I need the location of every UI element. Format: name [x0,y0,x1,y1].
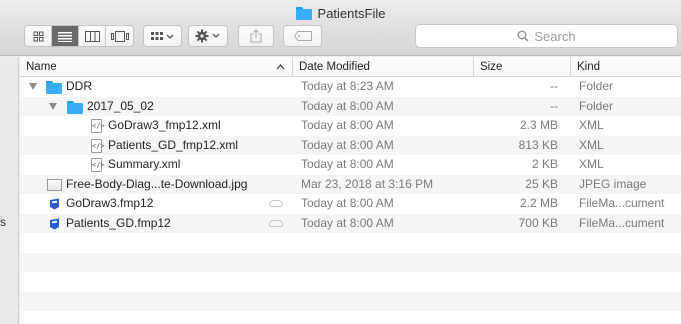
sort-ascending-icon [276,64,285,70]
column-view-icon [84,30,100,42]
icon-view-icon [33,31,43,41]
file-row[interactable]: </> Patients_GD_fmp12.xml Today at 8:00 … [20,135,681,155]
folder-icon [46,81,62,94]
file-kind: XML [579,118,604,132]
share-icon [250,29,262,43]
file-list: Name Date Modified Size Kind DDR Today a… [20,57,681,324]
column-view-button[interactable] [79,26,106,46]
file-size: 700 KB [518,215,558,230]
cover-flow-button[interactable] [106,26,133,46]
sidebar-item-partial[interactable]: s [0,215,6,229]
disclosure-expanded-icon[interactable] [49,102,57,110]
folder-icon [295,6,312,20]
file-size: -- [550,98,558,113]
file-kind: XML [579,137,604,152]
share-button[interactable] [238,25,274,47]
file-size: 813 KB [518,137,558,152]
column-header-kind[interactable]: Kind [570,57,681,77]
empty-row [20,252,681,272]
xml-file-icon: </> [91,158,105,172]
file-kind: FileMa...cument [579,196,665,210]
edit-tags-button[interactable] [283,25,322,47]
file-date: Today at 8:00 AM [301,137,394,152]
file-row[interactable]: DDR Today at 8:23 AM -- Folder [20,77,681,97]
file-name: Patients_GD_fmp12.xml [108,137,239,152]
file-date: Today at 8:00 AM [301,118,394,132]
file-date: Today at 8:00 AM [301,157,394,171]
file-date: Today at 8:00 AM [301,98,394,113]
window-title: PatientsFile [0,4,681,22]
file-row[interactable]: 2017_05_02 Today at 8:00 AM -- Folder [20,96,681,116]
file-name: GoDraw3.fmp12 [66,196,154,210]
file-kind: JPEG image [579,176,647,191]
icloud-icon [269,219,283,227]
filemaker-file-icon [50,198,59,210]
cover-flow-icon [110,30,129,42]
file-size: -- [550,79,558,93]
file-name: Patients_GD.fmp12 [66,215,171,230]
file-name: GoDraw3_fmp12.xml [108,118,221,132]
window-title-text: PatientsFile [317,5,386,21]
file-name: 2017_05_02 [87,98,154,113]
gear-icon [195,29,220,43]
file-row[interactable]: Free-Body-Diag...te-Download.jpg Mar 23,… [20,174,681,194]
group-by-icon [150,31,173,40]
search-placeholder: Search [534,28,576,44]
column-header-bar: Name Date Modified Size Kind [20,57,681,77]
file-row[interactable]: </> GoDraw3_fmp12.xml Today at 8:00 AM 2… [20,116,681,136]
file-date: Today at 8:00 AM [301,215,394,230]
file-date: Today at 8:00 AM [301,196,394,210]
file-kind: Folder [579,98,614,113]
group-by-button[interactable] [143,25,182,47]
empty-row [20,233,681,253]
xml-file-icon: </> [91,119,105,133]
file-size: 2 KB [531,157,558,171]
icon-view-button[interactable] [25,26,52,46]
file-row[interactable]: GoDraw3.fmp12 Today at 8:00 AM 2.2 MB Fi… [20,194,681,214]
file-date: Today at 8:23 AM [301,79,394,93]
disclosure-expanded-icon[interactable] [29,83,37,90]
column-header-name-label: Name [26,61,57,73]
file-kind: Folder [579,79,614,93]
empty-row [20,291,681,311]
file-name: DDR [66,79,92,93]
file-size: 25 KB [525,176,558,191]
file-name: Free-Body-Diag...te-Download.jpg [66,176,248,191]
empty-row [20,272,681,292]
folder-icon [67,100,83,114]
tag-icon [293,31,312,41]
file-kind: XML [579,157,604,171]
column-header-date[interactable]: Date Modified [292,57,473,77]
window-toolbar: PatientsFile Search [0,0,681,56]
image-file-icon [47,178,62,191]
column-header-size[interactable]: Size [473,57,570,77]
search-icon [517,30,529,42]
empty-row [20,311,681,324]
icloud-icon [269,200,283,207]
xml-file-icon: </> [91,138,105,153]
file-kind: FileMa...cument [579,215,665,230]
action-button[interactable] [188,25,228,47]
file-row[interactable]: </> Summary.xml Today at 8:00 AM 2 KB XM… [20,155,681,175]
file-rows: DDR Today at 8:23 AM -- Folder 2017_05_0… [20,77,681,324]
list-view-button[interactable] [52,26,79,46]
file-row[interactable]: Patients_GD.fmp12 Today at 8:00 AM 700 K… [20,213,681,233]
file-size: 2.3 MB [519,118,558,132]
file-date: Mar 23, 2018 at 3:16 PM [301,176,434,191]
sidebar: s [0,57,19,324]
file-name: Summary.xml [108,157,181,171]
column-header-name[interactable]: Name [20,57,291,77]
file-size: 2.2 MB [519,196,558,210]
list-view-icon [58,31,72,42]
filemaker-file-icon [50,218,59,229]
view-mode-control[interactable] [24,25,134,47]
search-field[interactable]: Search [415,24,678,48]
